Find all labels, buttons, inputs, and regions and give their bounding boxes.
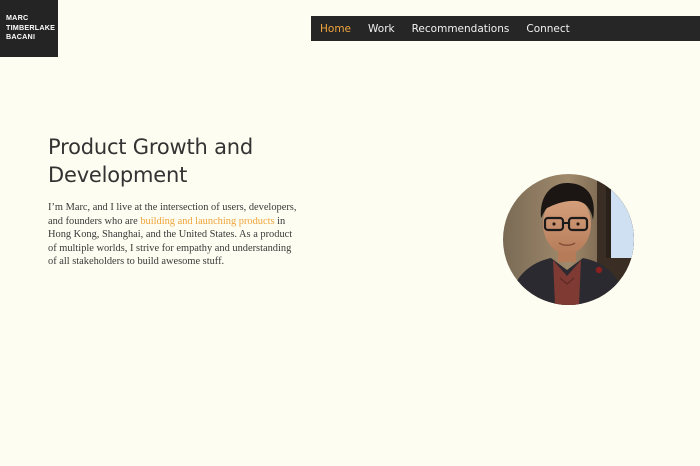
nav-item-connect[interactable]: Connect: [526, 23, 569, 35]
nav-item-recommendations[interactable]: Recommendations: [412, 23, 510, 35]
nav-item-work[interactable]: Work: [368, 23, 395, 35]
intro-paragraph: I’m Marc, and I live at the intersection…: [48, 201, 300, 269]
main-navigation: Home Work Recommendations Connect: [311, 16, 700, 41]
profile-photo: [503, 174, 634, 305]
logo-line-last-name: BACANI: [6, 32, 36, 42]
hero-heading-line-2: Development: [48, 163, 188, 187]
nav-item-home[interactable]: Home: [320, 23, 351, 35]
hero-heading: Product Growth and Development: [48, 133, 253, 189]
hero-heading-line-1: Product Growth and: [48, 135, 254, 159]
building-products-link[interactable]: building and launching products: [140, 216, 274, 227]
logo-line-middle-name: TIMBERLAKE: [6, 22, 56, 32]
site-logo[interactable]: MARC TIMBERLAKE BACANI: [0, 0, 58, 57]
logo-line-first-name: MARC: [6, 13, 29, 22]
